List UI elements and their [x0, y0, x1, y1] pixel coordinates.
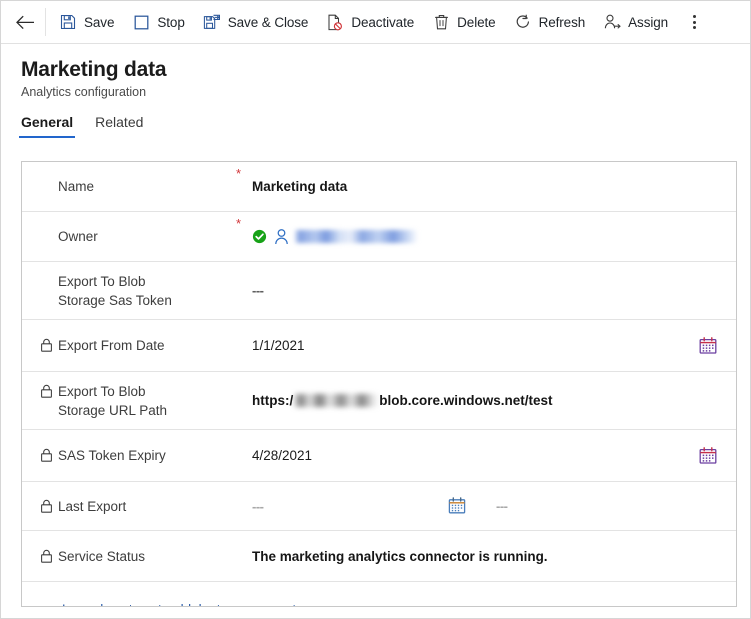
valid-check-badge-icon	[252, 229, 267, 244]
lock-icon	[40, 549, 53, 563]
stop-icon	[132, 13, 150, 31]
record-form-window: Save Stop Save & Close Deactivate Delete…	[0, 0, 751, 619]
more-commands-button[interactable]	[679, 4, 709, 40]
tab-related[interactable]: Related	[95, 114, 143, 138]
refresh-icon	[514, 13, 532, 31]
command-bar-divider	[45, 8, 46, 36]
tab-list: General Related	[1, 114, 750, 138]
assign-button-label: Assign	[628, 14, 669, 30]
field-value-sas-token-expiry[interactable]: 4/28/2021	[252, 448, 720, 463]
url-suffix: blob.core.windows.net/test	[379, 393, 553, 408]
delete-button[interactable]: Delete	[423, 4, 504, 40]
calendar-picker-icon-export-from-date[interactable]	[698, 336, 718, 356]
field-label-export-to-blob-storage-url-path: Export To Blob Storage URL Path	[40, 382, 236, 420]
field-value-name[interactable]: Marketing data	[252, 179, 720, 194]
deactivate-button-label: Deactivate	[351, 14, 415, 30]
refresh-button-label: Refresh	[538, 14, 586, 30]
lock-icon	[40, 448, 53, 462]
field-label-sas-token-expiry: SAS Token Expiry	[40, 446, 236, 465]
form-footer-link-row: Learn how to setup blob storage export.	[22, 582, 736, 607]
form-row-name: Name * Marketing data	[22, 162, 736, 212]
stop-button[interactable]: Stop	[123, 4, 193, 40]
assign-person-icon	[603, 13, 621, 31]
form-row-service-status: Service Status The marketing analytics c…	[22, 531, 736, 582]
field-label-last-export: Last Export	[40, 497, 236, 516]
field-label-export-from-date: Export From Date	[40, 336, 236, 355]
field-value-owner[interactable]	[252, 228, 720, 245]
person-avatar-icon	[273, 228, 290, 245]
stop-button-label: Stop	[157, 14, 185, 30]
calendar-picker-icon-sas-token-expiry[interactable]	[698, 446, 718, 466]
deactivate-button[interactable]: Deactivate	[317, 4, 423, 40]
url-prefix: https:/	[252, 393, 294, 408]
command-bar: Save Stop Save & Close Deactivate Delete…	[1, 1, 750, 44]
delete-button-label: Delete	[457, 14, 496, 30]
owner-lookup-chip[interactable]	[252, 228, 418, 245]
assign-button[interactable]: Assign	[594, 4, 677, 40]
form-row-sas-token-expiry: SAS Token Expiry 4/28/2021	[22, 430, 736, 482]
form-row-last-export: Last Export --- ---	[22, 482, 736, 531]
page-title: Marketing data	[21, 58, 167, 81]
save-icon	[59, 13, 77, 31]
form-row-export-from-date: Export From Date 1/1/2021	[22, 320, 736, 372]
owner-name-redacted	[294, 230, 418, 243]
delete-trash-icon	[432, 13, 450, 31]
tab-general[interactable]: General	[18, 114, 76, 138]
lock-icon	[40, 338, 53, 352]
form-row-export-to-blob-storage-url-path: Export To Blob Storage URL Path https:/ b…	[22, 372, 736, 430]
page-subtitle: Analytics configuration	[21, 85, 147, 99]
learn-blob-storage-export-link[interactable]: Learn how to setup blob storage export.	[62, 602, 300, 607]
required-marker-name: *	[236, 166, 242, 181]
save-and-close-icon	[203, 13, 221, 31]
save-button[interactable]: Save	[50, 4, 123, 40]
save-button-label: Save	[84, 14, 115, 30]
field-value-export-to-blob-storage-url-path[interactable]: https:/ blob.core.windows.net/test	[252, 393, 720, 408]
field-label-owner: Owner	[58, 229, 98, 244]
calendar-picker-icon-last-export[interactable]	[447, 496, 467, 516]
form-row-export-to-blob-storage-sas-token: Export To Blob Storage Sas Token ---	[22, 262, 736, 320]
required-marker-owner: *	[236, 216, 242, 231]
back-button[interactable]	[7, 4, 43, 40]
field-label-service-status: Service Status	[40, 547, 236, 566]
field-label-export-to-blob-storage-sas-token: Export To Blob Storage Sas Token	[58, 273, 172, 308]
field-value-service-status: The marketing analytics connector is run…	[252, 548, 548, 564]
field-value-last-export-time[interactable]: ---	[496, 499, 508, 514]
save-and-close-button-label: Save & Close	[227, 14, 309, 30]
form-row-owner: Owner *	[22, 212, 736, 262]
field-label-name: Name	[58, 179, 95, 194]
page-header: Marketing data Analytics configuration	[1, 44, 750, 100]
field-value-export-from-date[interactable]: 1/1/2021	[252, 338, 720, 353]
save-and-close-button[interactable]: Save & Close	[194, 4, 318, 40]
lock-icon	[40, 384, 53, 398]
field-value-last-export-date[interactable]: ---	[252, 499, 720, 514]
overflow-dots-icon	[692, 15, 696, 29]
deactivate-icon	[326, 13, 344, 31]
refresh-button[interactable]: Refresh	[505, 4, 595, 40]
general-tab-form: Name * Marketing data Owner * Export To …	[21, 161, 737, 607]
lock-icon	[40, 499, 53, 513]
field-value-export-to-blob-storage-sas-token[interactable]: ---	[252, 283, 720, 298]
url-redacted-segment	[293, 394, 380, 407]
